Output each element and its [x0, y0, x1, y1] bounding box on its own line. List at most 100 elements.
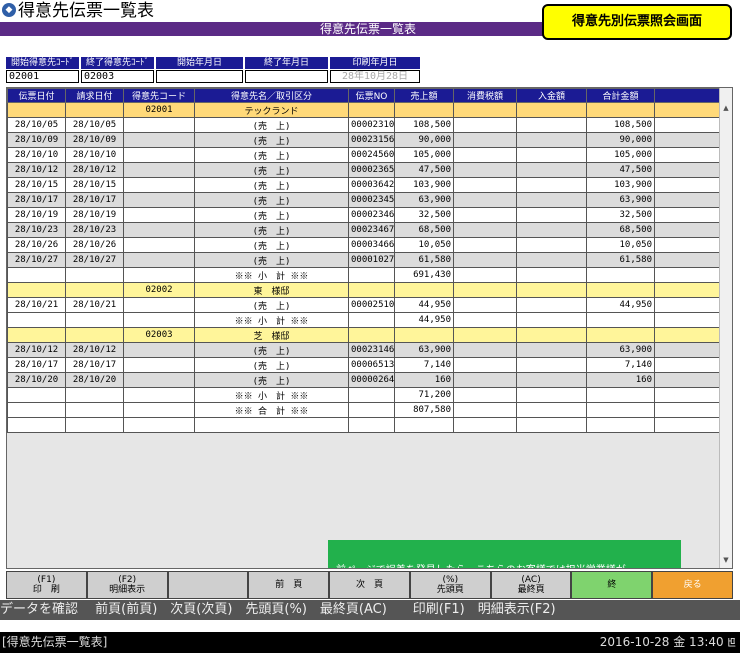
end-customer-code-field[interactable]: 02003 [81, 70, 154, 83]
table-cell [453, 357, 517, 373]
table-cell [453, 147, 517, 163]
subheader-title: 得意先伝票一覧表 [320, 22, 417, 36]
table-row[interactable]: 28/10/10 28/10/10 (売 上) 00024560 105,000 105,… [7, 147, 722, 163]
table-cell [516, 252, 587, 268]
table-cell [123, 117, 195, 133]
table-row[interactable]: 28/10/19 28/10/19 (売 上) 00002346 32,500 32,50… [7, 207, 722, 223]
app-icon: ◆ [2, 3, 16, 17]
slip-date-cell: 28/10/26 [7, 237, 66, 253]
screen-name-label: [得意先伝票一覧表] [2, 635, 108, 649]
function-key-7[interactable]: (AC) 最終頁 [490, 571, 572, 599]
table-cell [586, 387, 655, 403]
function-key-label: 前 頁 [275, 580, 303, 590]
table-cell [654, 207, 722, 223]
end-date-label: 終了年月日 [245, 57, 328, 69]
function-key-4[interactable]: 前 頁 [248, 571, 330, 599]
customer-header-row[interactable]: 02002 東 様邸 [7, 282, 722, 298]
table-cell [394, 417, 454, 433]
total-amount-cell: 32,500 [586, 207, 655, 223]
table-cell [516, 372, 587, 388]
slip-list-grid: 伝票日付 請求日付 得意先コード 得意先名／取引区分 伝票NO 売上額 消費税額… [6, 87, 733, 569]
table-row[interactable]: 28/10/23 28/10/23 (売 上) 00023467 68,500 68,50… [7, 222, 722, 238]
subtotal-row[interactable]: ※※ 合 計 ※※ 807,580 [7, 402, 722, 418]
table-cell [586, 102, 655, 118]
total-amount-cell: 61,580 [586, 252, 655, 268]
transaction-type-cell: (売 上) [194, 177, 349, 193]
billing-date-cell: 28/10/15 [65, 177, 124, 193]
table-row[interactable]: 28/10/09 28/10/09 (売 上) 00023156 90,000 90,00… [7, 132, 722, 148]
function-key-5[interactable]: 次 頁 [329, 571, 410, 599]
table-cell [123, 192, 195, 208]
billing-date-cell: 28/10/27 [65, 252, 124, 268]
slip-date-cell: 28/10/27 [7, 252, 66, 268]
table-row[interactable]: 28/10/12 28/10/12 (売 上) 00023146 63,900 63,90… [7, 342, 722, 358]
vertical-scrollbar[interactable]: ▲ ▼ [719, 88, 732, 568]
table-cell [516, 312, 587, 328]
table-row[interactable]: 28/10/20 28/10/20 (売 上) 00000264 160 160 [7, 372, 722, 388]
table-cell [7, 402, 66, 418]
table-cell [654, 297, 722, 313]
subtotal-row[interactable]: ※※ 小 計 ※※ 71,200 [7, 387, 722, 403]
slip-date-cell: 28/10/09 [7, 132, 66, 148]
table-cell [654, 357, 722, 373]
table-row[interactable]: 28/10/21 28/10/21 (売 上) 00002510 44,950 44,95… [7, 297, 722, 313]
customer-name-cell: 芝 様邸 [194, 327, 349, 343]
table-cell [516, 402, 587, 418]
end-date-field[interactable] [245, 70, 328, 83]
table-row[interactable]: 28/10/17 28/10/17 (売 上) 00002345 63,900 63,90… [7, 192, 722, 208]
transaction-type-cell: (売 上) [194, 147, 349, 163]
table-row[interactable]: 28/10/15 28/10/15 (売 上) 00003642 103,900 103,… [7, 177, 722, 193]
slip-no-cell: 00006513 [348, 357, 395, 373]
customer-header-row[interactable]: 02001 テックランド [7, 102, 722, 118]
table-cell [586, 402, 655, 418]
transaction-type-cell: (売 上) [194, 132, 349, 148]
start-customer-code-field[interactable]: 02001 [6, 70, 79, 83]
table-cell [516, 282, 587, 298]
function-key-6[interactable]: (%) 先頭頁 [409, 571, 491, 599]
table-cell [123, 267, 195, 283]
slip-no-cell: 00002345 [348, 192, 395, 208]
table-row[interactable]: 28/10/17 28/10/17 (売 上) 00006513 7,140 7,140 [7, 357, 722, 373]
table-cell [7, 417, 66, 433]
table-cell [123, 342, 195, 358]
table-row[interactable]: 28/10/26 28/10/26 (売 上) 00003466 10,050 10,05… [7, 237, 722, 253]
slip-no-cell: 00001027 [348, 252, 395, 268]
table-cell [654, 312, 722, 328]
subtotal-row[interactable]: ※※ 小 計 ※※ 691,430 [7, 267, 722, 283]
function-key-1[interactable]: (F1) 印 刷 [6, 571, 87, 599]
slip-date-cell: 28/10/05 [7, 117, 66, 133]
total-amount-cell: 68,500 [586, 222, 655, 238]
end-customer-code-label: 終了得意先ｺｰﾄﾞ [81, 57, 154, 69]
function-key-code: (F1) [37, 575, 56, 585]
table-cell [654, 192, 722, 208]
print-date-field[interactable]: 28年10月28日 [330, 70, 420, 83]
scroll-up-icon[interactable]: ▲ [720, 102, 732, 114]
sales-amount-cell: 44,950 [394, 297, 454, 313]
subtotal-row[interactable]: ※※ 小 計 ※※ 44,950 [7, 312, 722, 328]
table-row[interactable]: 28/10/05 28/10/05 (売 上) 00002310 108,500 108,… [7, 117, 722, 133]
subtotal-label-cell: ※※ 合 計 ※※ [194, 402, 349, 418]
table-cell [654, 132, 722, 148]
sales-amount-cell: 105,000 [394, 147, 454, 163]
billing-date-cell: 28/10/05 [65, 117, 124, 133]
empty-row[interactable] [7, 417, 722, 433]
start-date-field[interactable] [156, 70, 243, 83]
function-key-9[interactable]: 戻る [652, 571, 734, 599]
customer-header-row[interactable]: 02003 芝 様邸 [7, 327, 722, 343]
function-key-3[interactable] [167, 571, 249, 599]
scroll-down-icon[interactable]: ▼ [720, 554, 732, 566]
table-cell [453, 177, 517, 193]
col-header: 請求日付 [65, 88, 124, 103]
table-cell [453, 342, 517, 358]
function-key-2[interactable]: (F2) 明細表示 [86, 571, 168, 599]
table-cell [654, 402, 722, 418]
table-row[interactable]: 28/10/12 28/10/12 (売 上) 00002365 47,500 47,50… [7, 162, 722, 178]
function-key-8[interactable]: 終 [571, 571, 653, 599]
table-cell [516, 342, 587, 358]
table-cell [394, 282, 454, 298]
function-key-label: 最終頁 [517, 585, 545, 595]
slip-date-cell: 28/10/12 [7, 162, 66, 178]
table-cell [654, 147, 722, 163]
table-row[interactable]: 28/10/27 28/10/27 (売 上) 00001027 61,580 61,58… [7, 252, 722, 268]
slip-no-cell: 00003642 [348, 177, 395, 193]
